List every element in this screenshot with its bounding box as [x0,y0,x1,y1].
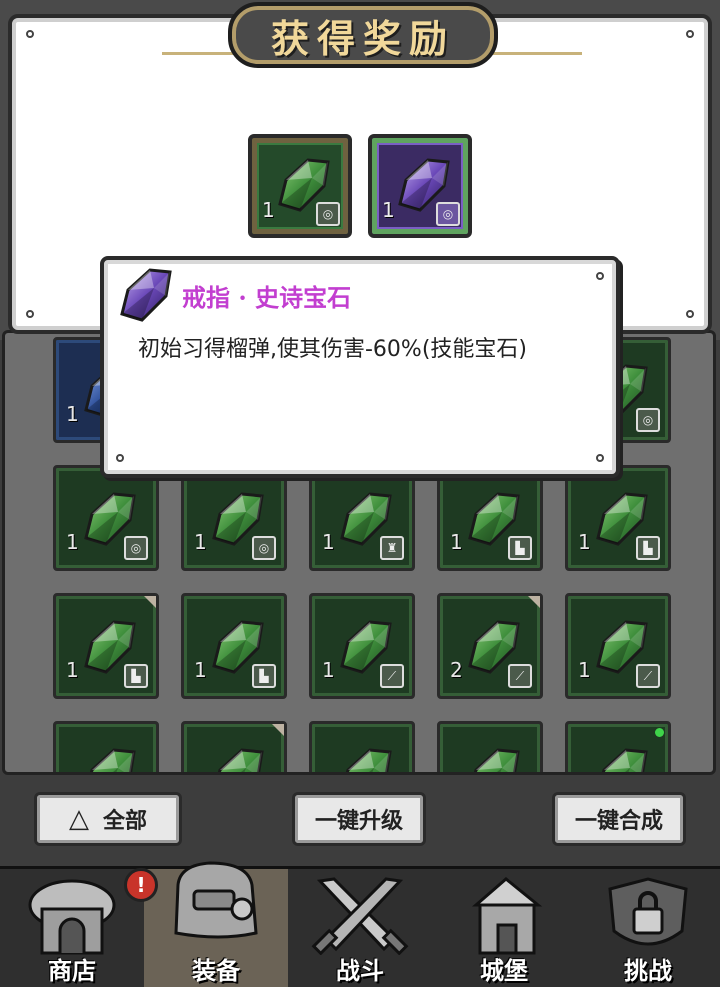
new-corner-marker [272,724,284,736]
tooltip-description: 初始习得榴弹,使其伤害-60%(技能宝石) [138,337,527,362]
inventory-slot[interactable] [309,721,415,775]
inventory-slot[interactable]: 1 ⟋ [309,593,415,699]
nav-equipment[interactable]: 装备 [144,861,288,987]
filter-all-label: 全部 [102,809,147,834]
reward-title: 获得奖励 [270,15,455,61]
merge-all-label: 一键合成 [574,809,663,834]
nav-battle-label: 战斗 [336,956,384,985]
title-ornament [492,52,582,55]
ring-icon: ◎ [252,536,276,560]
slot-quantity: 1 [66,658,79,682]
reward-slot[interactable]: 1 ◎ [248,134,352,238]
backpack-icon [174,861,258,939]
nav-castle-label: 城堡 [480,956,528,985]
inventory-slot[interactable] [437,721,543,775]
reward-title-banner: 获得奖励 [228,2,498,68]
boot-icon: ▙ [252,664,276,688]
rivet-icon [596,454,604,462]
slot-quantity: 2 [450,658,463,682]
tooltip-title: 戒指 · 史诗宝石 [182,283,352,312]
inventory-slot[interactable]: 1 ◎ [53,465,159,571]
merge-all-button[interactable]: 一键合成 [552,792,686,846]
boot-icon: ▙ [124,664,148,688]
nav-equipment-label: 装备 [192,956,240,985]
rivet-icon [26,30,34,38]
nav-challenge-label: 挑战 [624,956,672,985]
ring-icon: ◎ [316,202,340,226]
nav-battle[interactable]: 战斗 [288,869,432,987]
inventory-slot[interactable]: 2 ⟋ [437,593,543,699]
green-gem-icon [462,744,524,775]
inventory-slot[interactable] [565,721,671,775]
reward-quantity: 1 [382,198,395,222]
slot-quantity: 1 [450,530,463,554]
triangle-up-icon: △ [68,804,89,834]
inventory-slot[interactable]: 1 ▙ [181,593,287,699]
shop-alert-badge: ! [124,868,158,902]
rivet-icon [26,310,34,318]
nav-shop[interactable]: 商店 [0,869,144,987]
purple-gem-icon [114,264,176,326]
nav-shop-label: 商店 [48,956,96,985]
reward-slot[interactable]: 1 ◎ [368,134,472,238]
shop-icon [28,879,116,955]
inventory-slot[interactable]: 1 ◎ [181,465,287,571]
filter-all-button[interactable]: △ 全部 [34,792,182,846]
inventory-slot[interactable]: 1 ▙ [53,593,159,699]
ring-icon: ◎ [636,408,660,432]
rivet-icon [686,30,694,38]
inventory-slot[interactable] [181,721,287,775]
locked-shield-icon [608,877,688,946]
weapon-icon: ⟋ [508,664,532,688]
boot-icon: ▙ [636,536,660,560]
ring-icon: ◎ [124,536,148,560]
reward-quantity: 1 [262,198,275,222]
upgrade-all-label: 一键升级 [314,809,403,834]
inventory-slot[interactable]: 1 ▙ [565,465,671,571]
slot-quantity: 1 [578,530,591,554]
green-gem-icon [206,744,268,775]
slot-quantity: 1 [66,402,79,426]
new-corner-marker [144,596,156,608]
green-gem-icon [334,744,396,775]
item-tooltip: 戒指 · 史诗宝石 初始习得榴弹,使其伤害-60%(技能宝石) [100,256,620,478]
inventory-slot[interactable]: 1 ▙ [437,465,543,571]
slot-quantity: 1 [66,530,79,554]
rivet-icon [596,272,604,280]
crossed-swords-icon [311,877,409,955]
inventory-slot[interactable] [53,721,159,775]
castle-icon [471,877,543,955]
upgrade-all-button[interactable]: 一键升级 [292,792,426,846]
rivet-icon [686,310,694,318]
ring-icon: ◎ [436,202,460,226]
slot-quantity: 1 [194,530,207,554]
nav-challenge[interactable]: 挑战 [576,869,720,987]
slot-quantity: 1 [578,658,591,682]
weapon-icon: ⟋ [380,664,404,688]
new-corner-marker [528,596,540,608]
rivet-icon [116,454,124,462]
slot-quantity: 1 [194,658,207,682]
armor-icon: ♜ [380,536,404,560]
bottom-nav: 商店 装备 战斗 城堡 挑战 [0,861,720,987]
nav-castle[interactable]: 城堡 [432,869,576,987]
notification-dot [655,728,664,737]
green-gem-icon [590,744,652,775]
boot-icon: ▙ [508,536,532,560]
slot-quantity: 1 [322,658,335,682]
green-gem-icon [78,744,140,775]
slot-quantity: 1 [322,530,335,554]
inventory-slot[interactable]: 1 ⟋ [565,593,671,699]
weapon-icon: ⟋ [636,664,660,688]
inventory-slot[interactable]: 1 ♜ [309,465,415,571]
